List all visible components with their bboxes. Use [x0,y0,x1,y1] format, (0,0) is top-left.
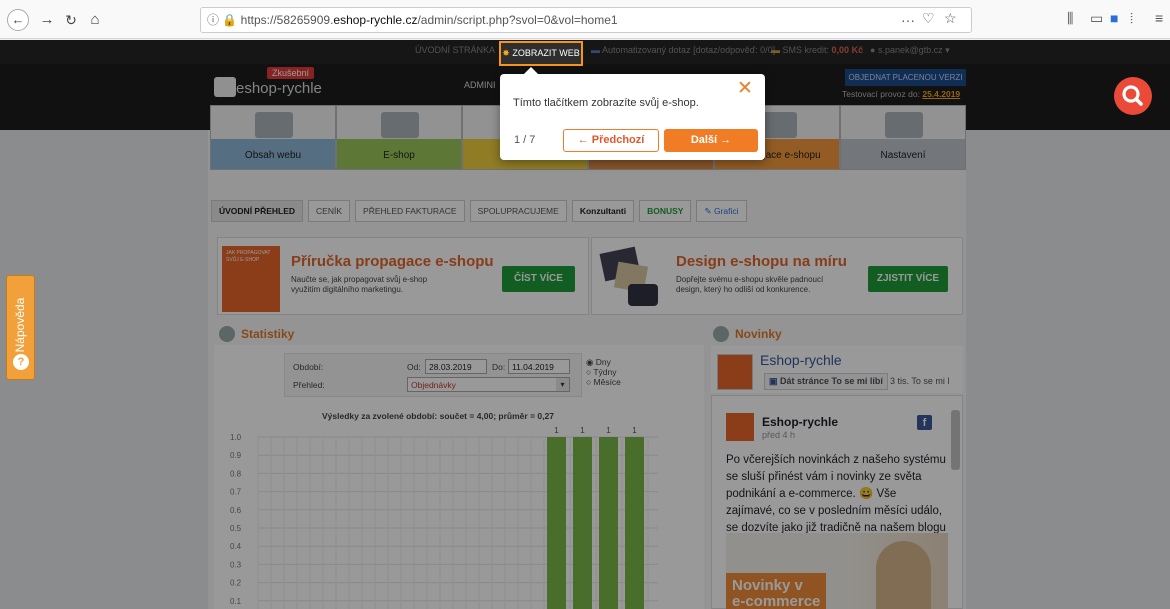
browser-toolbar: ← → ↻ ⌂ ⓘ 🔒 https://58265909.eshop-rychl… [0,0,1170,39]
url-domain: eshop-rychle.cz [333,13,418,27]
forward-button[interactable]: → [36,9,58,31]
help-tab[interactable]: Nápověda ? [6,275,35,380]
menu-icon[interactable]: ≡ [1155,10,1163,26]
sidebar-icon[interactable]: ▭ [1090,10,1103,27]
tour-next-button[interactable]: Další → [664,129,758,152]
back-button[interactable]: ← [7,9,29,31]
close-icon[interactable]: ✕ [737,79,753,99]
search-icon [1122,85,1143,106]
show-web-label: ZOBRAZIT WEB [512,48,580,58]
tour-prev-button[interactable]: ← Předchozí [563,129,659,152]
pocket-icon[interactable]: ♡ [922,10,935,27]
reload-button[interactable]: ↻ [60,9,82,31]
info-icon[interactable]: ⓘ [207,13,219,27]
extension2-icon[interactable]: ⦙ [1130,10,1133,27]
url-prefix: https://58265909. [240,13,334,27]
url-path: /admin/script.php?svol=0&vol=home1 [417,13,618,27]
tour-step-counter: 1 / 7 [514,134,536,146]
tour-popup: Tímto tlačítkem zobrazíte svůj e-shop. ✕… [500,67,765,160]
lock-icon: 🔒 [222,13,238,27]
extension-icon[interactable]: ■ [1110,10,1118,26]
search-button[interactable] [1114,77,1152,115]
library-icon[interactable]: ⫼ [1067,10,1073,27]
url-bar[interactable]: ⓘ 🔒 https://58265909.eshop-rychle.cz/adm… [200,7,972,33]
show-web-button[interactable]: ✸ ZOBRAZIT WEB [499,41,583,66]
sun-icon: ✸ [502,48,510,58]
page-actions-menu[interactable]: ··· [901,12,915,28]
bookmark-star-icon[interactable]: ☆ [944,10,957,27]
home-button[interactable]: ⌂ [84,9,106,31]
tour-text: Tímto tlačítkem zobrazíte svůj e-shop. [513,97,699,109]
help-icon: ? [13,354,29,370]
